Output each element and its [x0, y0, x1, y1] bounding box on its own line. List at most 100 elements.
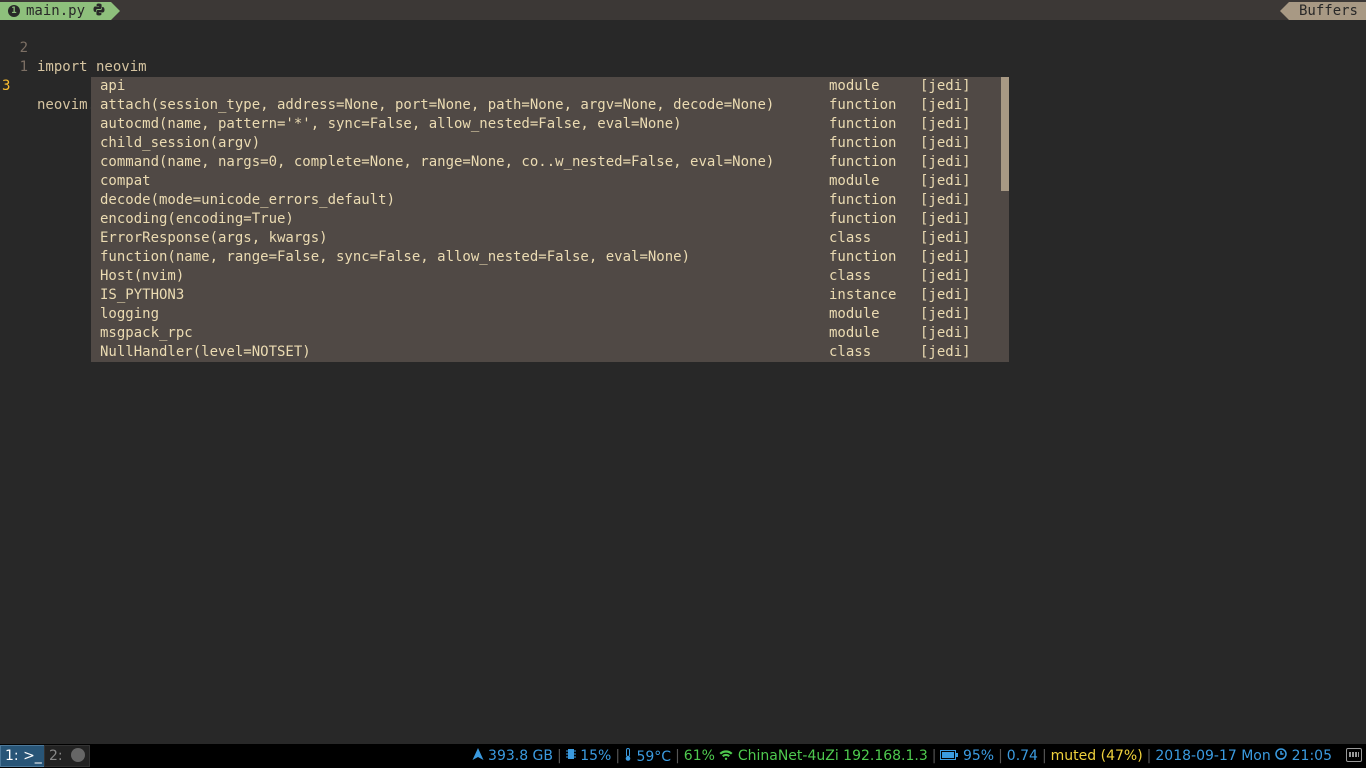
- tabline: 1 main.py Buffers: [0, 0, 1366, 20]
- editor-line[interactable]: 1: [0, 39, 1366, 75]
- completion-item-menu: [jedi]: [920, 154, 971, 170]
- disk-value: 393.8 GB: [488, 748, 554, 764]
- completion-item-kind: function: [829, 192, 897, 208]
- arch-icon: [472, 748, 484, 764]
- battery-value: 95%: [962, 748, 995, 764]
- completion-item[interactable]: compat module [jedi]: [91, 172, 999, 191]
- completion-item-word: attach(session_type, address=None, port=…: [100, 97, 775, 113]
- completion-popup: api module [jedi] attach(session_type, addr…: [91, 77, 1009, 362]
- completion-item[interactable]: IS_PYTHON3 instance [jedi]: [91, 286, 999, 305]
- workspace-2-button[interactable]: 2:: [44, 745, 91, 767]
- completion-item-kind: function: [829, 154, 897, 170]
- completion-item-kind: function: [829, 249, 897, 265]
- completion-item-word: api: [100, 78, 126, 94]
- workspace-1-button[interactable]: 1: >_: [0, 745, 47, 767]
- tab-number-badge: 1: [8, 5, 20, 17]
- tab-label: main.py: [26, 3, 86, 19]
- completion-item-word: encoding(encoding=True): [100, 211, 294, 227]
- completion-item-word: function(name, range=False, sync=False, …: [100, 249, 691, 265]
- completion-item[interactable]: function(name, range=False, sync=False, …: [91, 248, 999, 267]
- completion-item[interactable]: decode(mode=unicode_errors_default) funct…: [91, 191, 999, 210]
- completion-item-word: logging: [100, 306, 160, 322]
- completion-item-word: IS_PYTHON3: [100, 287, 185, 303]
- thermometer-icon: [624, 747, 632, 765]
- completion-item-kind: function: [829, 211, 897, 227]
- completion-item-word: Host(nvim): [100, 268, 185, 284]
- line-text-wrap: neovim.: [37, 96, 99, 115]
- status-blocks: 393.8 GB | 15% | 59°C | 61% ChinaNet-4uZ…: [468, 744, 1336, 768]
- volume-value: muted (47%): [1050, 748, 1143, 764]
- status-bar: 1: >_ 2: 393.8 GB | 15% | 59°C | 61% Chi…: [0, 744, 1366, 768]
- completion-item-menu: [jedi]: [920, 135, 971, 151]
- completion-item-word: ErrorResponse(args, kwargs): [100, 230, 328, 246]
- completion-item-kind: module: [829, 173, 880, 189]
- completion-item[interactable]: attach(session_type, address=None, port=…: [91, 96, 999, 115]
- completion-item-menu: [jedi]: [920, 306, 971, 322]
- completion-item-menu: [jedi]: [920, 173, 971, 189]
- completion-item-word: autocmd(name, pattern='*', sync=False, a…: [100, 116, 682, 132]
- completion-item[interactable]: NullHandler(level=NOTSET) class [jedi]: [91, 343, 999, 362]
- wifi-block: 61% ChinaNet-4uZi 192.168.1.3: [680, 748, 932, 764]
- completion-item-menu: [jedi]: [920, 287, 971, 303]
- completion-item-word: child_session(argv): [100, 135, 261, 151]
- cpu-value: 15%: [580, 748, 612, 764]
- date-value: 2018-09-17 Mon: [1155, 748, 1271, 764]
- wifi-icon: [719, 748, 733, 764]
- completion-item[interactable]: Host(nvim) class [jedi]: [91, 267, 999, 286]
- completion-item[interactable]: msgpack_rpc module [jedi]: [91, 324, 999, 343]
- completion-item-kind: instance: [829, 287, 897, 303]
- editor-line[interactable]: 2 import neovim: [0, 20, 1366, 75]
- completion-item-menu: [jedi]: [920, 211, 971, 227]
- cpu-chip-icon: [565, 748, 576, 764]
- editor-line-current[interactable]: 3 neovim.: [0, 58, 1366, 113]
- temp-value: 59°C: [636, 748, 672, 765]
- completion-item[interactable]: autocmd(name, pattern='*', sync=False, a…: [91, 115, 999, 134]
- battery-block: 95%: [936, 748, 998, 764]
- wifi-ssid: ChinaNet-4uZi 192.168.1.3: [737, 748, 928, 764]
- completion-item-word: msgpack_rpc: [100, 325, 193, 341]
- completion-item-menu: [jedi]: [920, 192, 971, 208]
- date-block: 2018-09-17 Mon 21:05: [1151, 748, 1336, 764]
- completion-item-word: command(name, nargs=0, complete=None, ra…: [100, 154, 775, 170]
- completion-item-menu: [jedi]: [920, 344, 971, 360]
- completion-item-kind: function: [829, 116, 897, 132]
- completion-item-word: compat: [100, 173, 151, 189]
- completion-item-menu: [jedi]: [920, 249, 971, 265]
- completion-item-menu: [jedi]: [920, 325, 971, 341]
- disk-block: 393.8 GB: [468, 748, 557, 764]
- load-block: 0.74: [1003, 748, 1042, 764]
- completion-item[interactable]: child_session(argv) function [jedi]: [91, 134, 999, 153]
- completion-item-menu: [jedi]: [920, 116, 971, 132]
- popup-scrollbar-thumb[interactable]: [1001, 77, 1009, 191]
- clock-icon: [1275, 748, 1287, 764]
- buffers-label[interactable]: Buffers: [1279, 2, 1366, 20]
- keyboard-icon[interactable]: [1346, 748, 1362, 762]
- time-value: 21:05: [1291, 748, 1332, 764]
- completion-item[interactable]: logging module [jedi]: [91, 305, 999, 324]
- app-icon: [71, 748, 86, 762]
- completion-item-kind: function: [829, 97, 897, 113]
- battery-icon: [940, 748, 959, 764]
- completion-item-menu: [jedi]: [920, 78, 971, 94]
- popup-scrollbar[interactable]: [999, 77, 1009, 362]
- completion-item-kind: module: [829, 306, 880, 322]
- completion-item-kind: class: [829, 230, 872, 246]
- completion-item-menu: [jedi]: [920, 230, 971, 246]
- completion-item-word: NullHandler(level=NOTSET): [100, 344, 311, 360]
- line-text: neovim.: [37, 97, 97, 113]
- completion-item-kind: class: [829, 268, 872, 284]
- load-value: 0.74: [1006, 748, 1038, 764]
- tab-main-py[interactable]: 1 main.py: [0, 2, 121, 20]
- completion-item[interactable]: command(name, nargs=0, complete=None, ra…: [91, 153, 999, 172]
- python-icon: [93, 3, 105, 20]
- cpu-block: 15%: [562, 748, 616, 764]
- completion-item[interactable]: ErrorResponse(args, kwargs) class [jedi]: [91, 229, 999, 248]
- completion-item-kind: function: [829, 135, 897, 151]
- completion-item-menu: [jedi]: [920, 97, 971, 113]
- completion-item-word: decode(mode=unicode_errors_default): [100, 192, 396, 208]
- completion-item[interactable]: encoding(encoding=True) function [jedi]: [91, 210, 999, 229]
- completion-item-kind: module: [829, 78, 880, 94]
- wifi-quality: 61%: [683, 748, 715, 764]
- volume-block[interactable]: muted (47%): [1047, 748, 1147, 764]
- completion-item[interactable]: api module [jedi]: [91, 77, 999, 96]
